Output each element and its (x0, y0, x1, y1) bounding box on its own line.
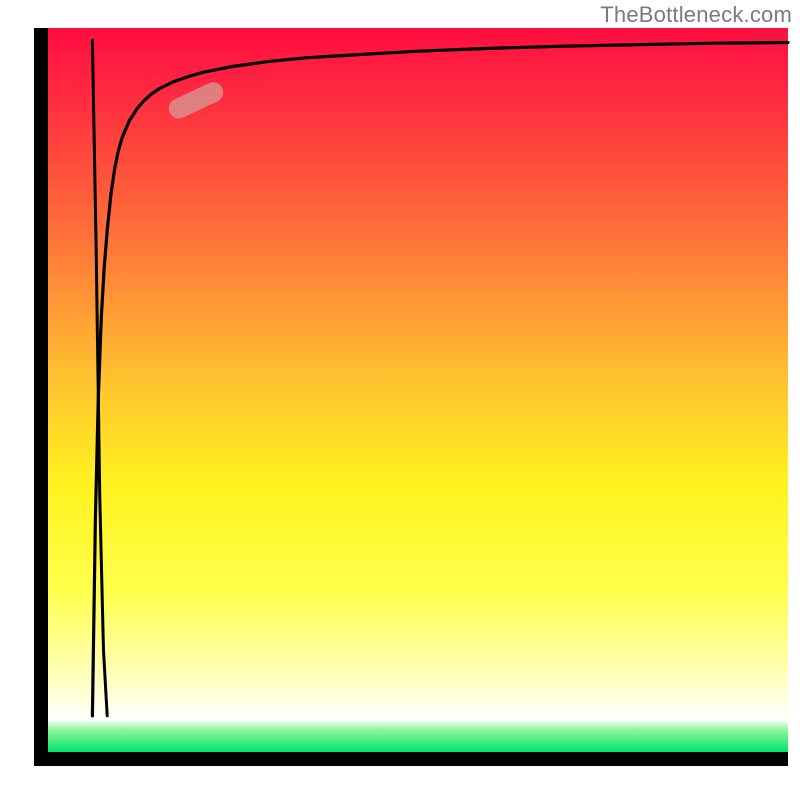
plot-background (48, 28, 788, 752)
chart-svg (0, 0, 800, 800)
chart-container: TheBottleneck.com (0, 0, 800, 800)
watermark-text: TheBottleneck.com (600, 2, 792, 28)
plot-area (34, 28, 788, 766)
axis-left (34, 28, 48, 766)
axis-bottom (34, 752, 788, 766)
